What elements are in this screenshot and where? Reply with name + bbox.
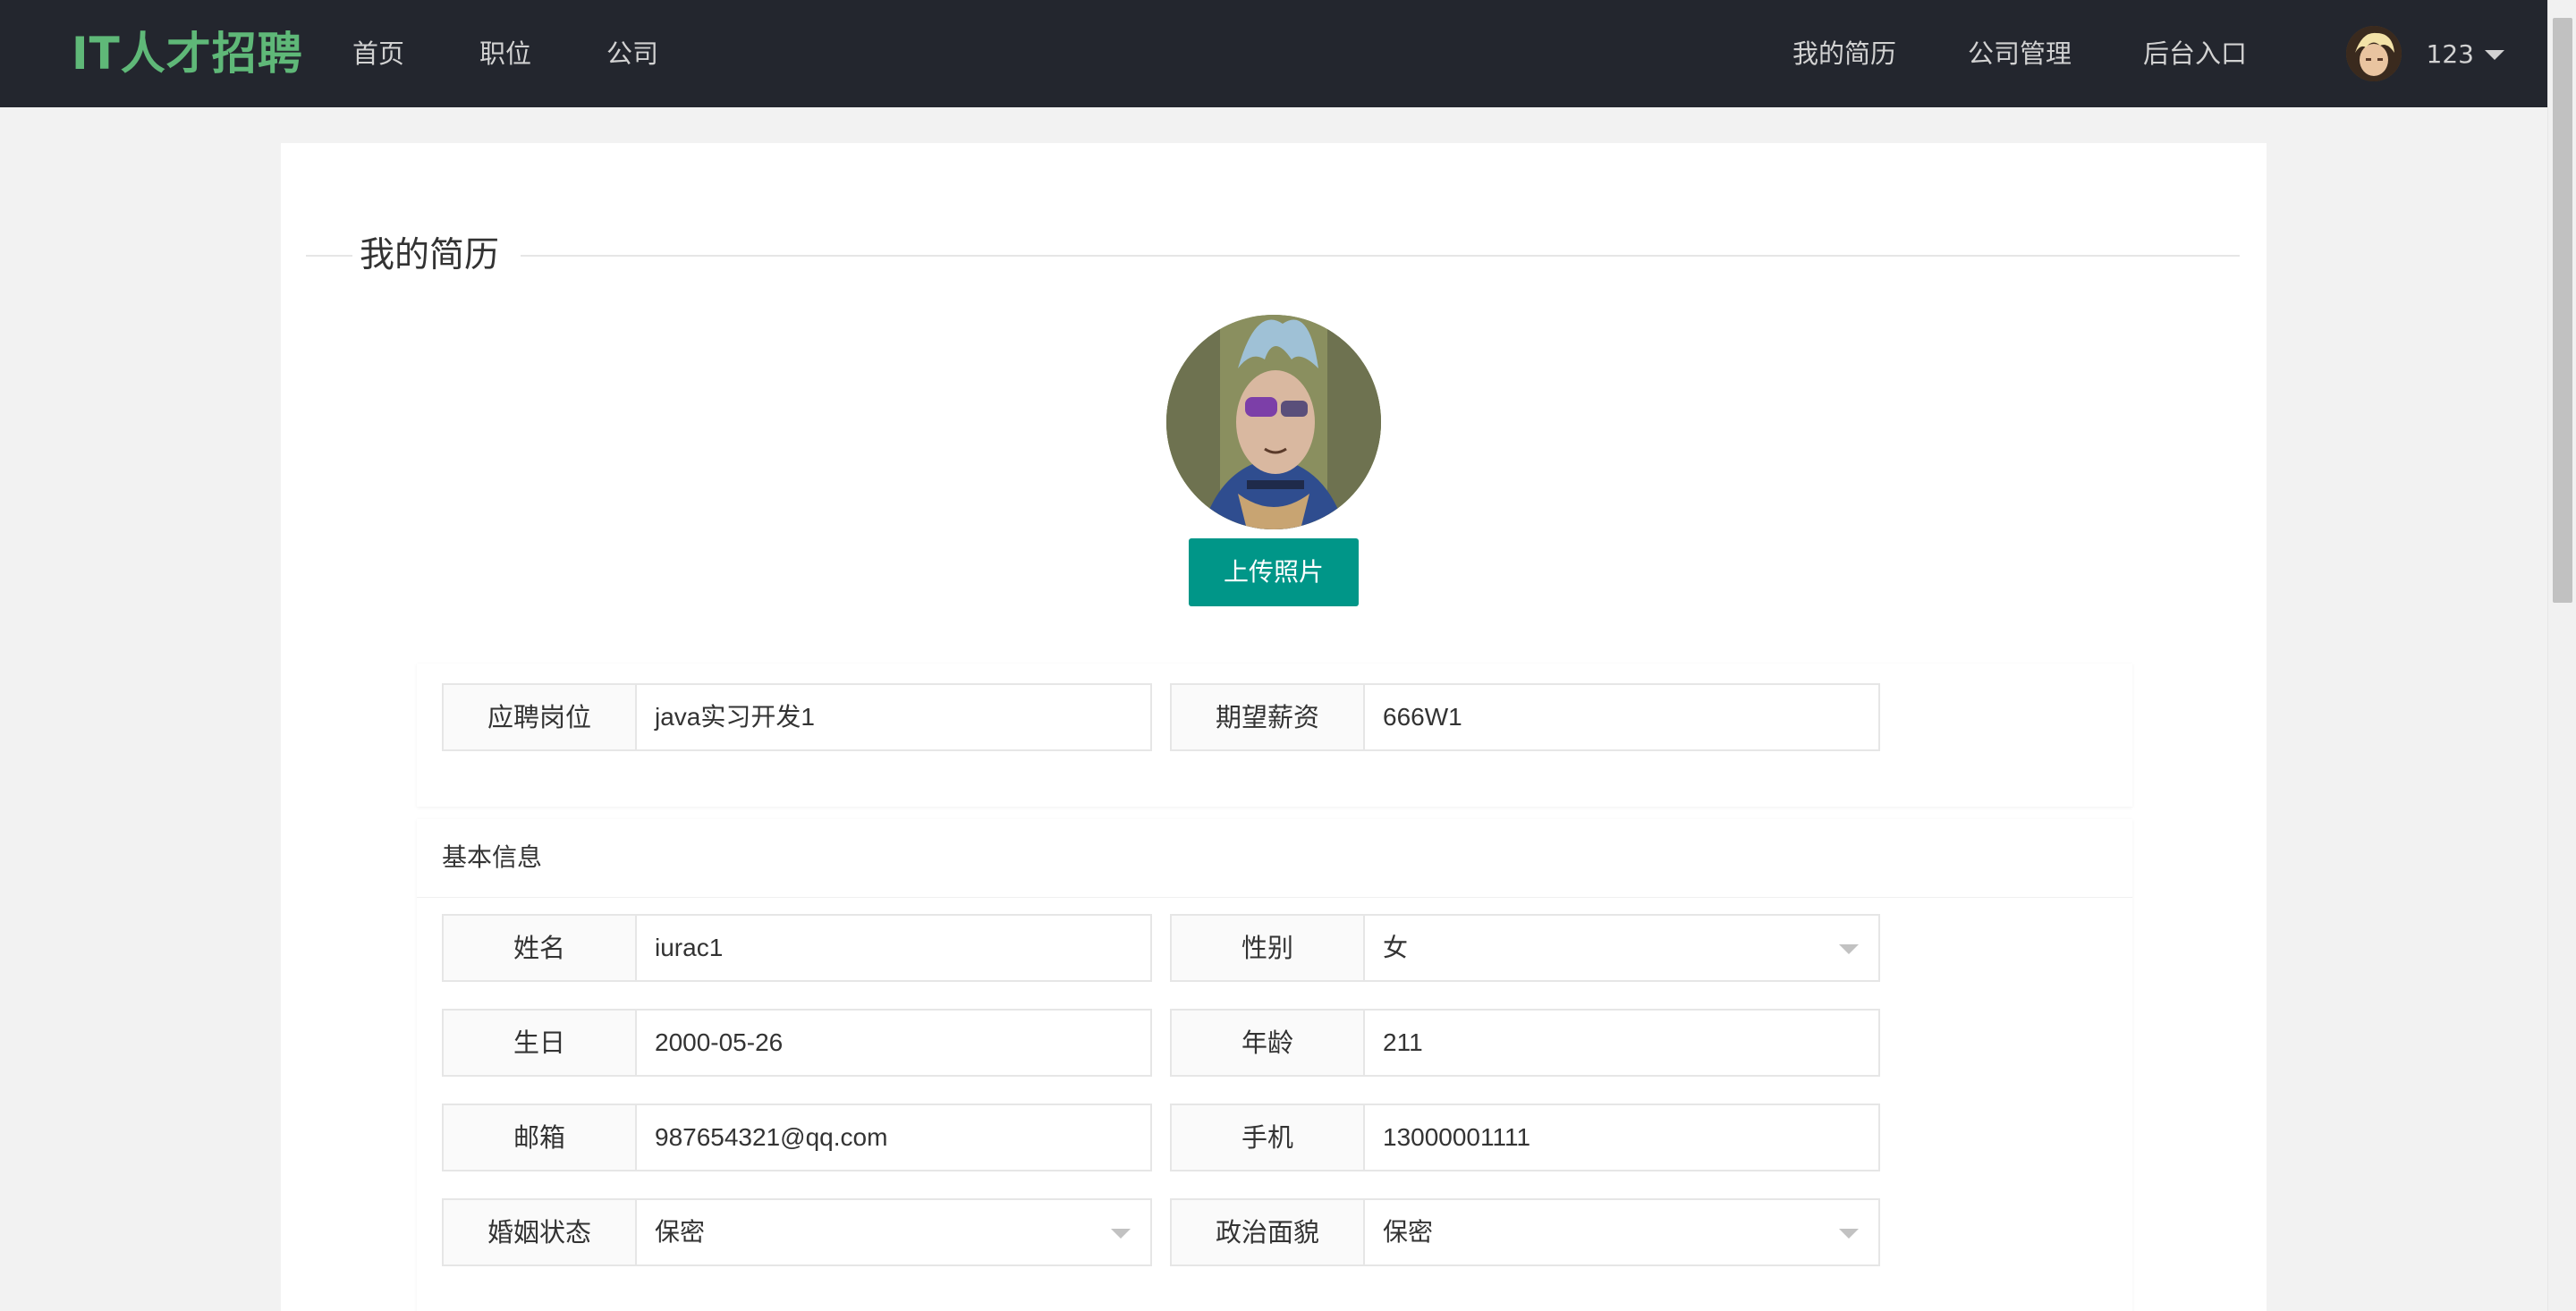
age-input[interactable]: 211: [1365, 1009, 1880, 1077]
main-nav: 首页 职位 公司: [352, 30, 733, 77]
name-input[interactable]: iurac1: [637, 914, 1152, 982]
political-label: 政治面貌: [1170, 1198, 1365, 1266]
political-select[interactable]: 保密: [1365, 1198, 1880, 1266]
chevron-down-icon[interactable]: [2485, 49, 2504, 60]
marital-field: 婚姻状态 保密: [442, 1198, 1152, 1266]
divider: [521, 255, 2240, 257]
nav-companies[interactable]: 公司: [606, 30, 658, 77]
birthday-input[interactable]: 2000-05-26: [637, 1009, 1152, 1077]
nav-my-resume[interactable]: 我的简历: [1792, 30, 1896, 77]
user-menu[interactable]: 123: [2345, 25, 2504, 82]
position-input[interactable]: java实习开发1: [637, 683, 1152, 751]
nav-jobs[interactable]: 职位: [479, 30, 531, 77]
phone-input[interactable]: 13000001111: [1365, 1104, 1880, 1171]
upload-photo-button[interactable]: 上传照片: [1189, 538, 1359, 606]
user-avatar[interactable]: [2345, 26, 2402, 81]
salary-field: 期望薪资 666W1: [1170, 683, 1880, 751]
phone-field: 手机 13000001111: [1170, 1104, 1880, 1171]
name-field: 姓名 iurac1: [442, 914, 1152, 982]
site-logo[interactable]: IT人才招聘: [72, 25, 303, 82]
email-input[interactable]: 987654321@qq.com: [637, 1104, 1152, 1171]
position-label: 应聘岗位: [442, 683, 637, 751]
birthday-label: 生日: [442, 1009, 637, 1077]
resume-photo: [1166, 315, 1381, 529]
nav-company-manage[interactable]: 公司管理: [1968, 30, 2072, 77]
salary-input[interactable]: 666W1: [1365, 683, 1880, 751]
user-nav: 我的简历 公司管理 后台入口: [1721, 30, 2247, 77]
position-field: 应聘岗位 java实习开发1: [442, 683, 1152, 751]
resume-card: 我的简历 上传照片 应聘岗位 java实习开发1 期望薪资 666W1 基本信息…: [281, 143, 2267, 1311]
scrollbar-thumb[interactable]: [2553, 18, 2572, 603]
username[interactable]: 123: [2427, 39, 2474, 69]
nav-admin-entry[interactable]: 后台入口: [2143, 30, 2247, 77]
birthday-field: 生日 2000-05-26: [442, 1009, 1152, 1077]
job-intent-panel: 应聘岗位 java实习开发1 期望薪资 666W1: [417, 664, 2132, 807]
phone-label: 手机: [1170, 1104, 1365, 1171]
gender-label: 性别: [1170, 914, 1365, 982]
marital-select[interactable]: 保密: [637, 1198, 1152, 1266]
marital-label: 婚姻状态: [442, 1198, 637, 1266]
gender-field: 性别 女: [1170, 914, 1880, 982]
salary-label: 期望薪资: [1170, 683, 1365, 751]
page-scrollbar[interactable]: [2547, 0, 2576, 1311]
email-label: 邮箱: [442, 1104, 637, 1171]
gender-select[interactable]: 女: [1365, 914, 1880, 982]
nav-home[interactable]: 首页: [352, 30, 404, 77]
email-field: 邮箱 987654321@qq.com: [442, 1104, 1152, 1171]
divider: [306, 255, 352, 257]
basic-info-title: 基本信息: [417, 819, 2132, 898]
page-title: 我的简历: [360, 235, 500, 275]
age-field: 年龄 211: [1170, 1009, 1880, 1077]
basic-info-panel: 基本信息 姓名 iurac1 性别 女 生日 2000-05-26 年龄 211…: [417, 819, 2132, 1311]
age-label: 年龄: [1170, 1009, 1365, 1077]
political-field: 政治面貌 保密: [1170, 1198, 1880, 1266]
top-navbar: IT人才招聘 首页 职位 公司 我的简历 公司管理 后台入口 123: [0, 0, 2547, 107]
name-label: 姓名: [442, 914, 637, 982]
